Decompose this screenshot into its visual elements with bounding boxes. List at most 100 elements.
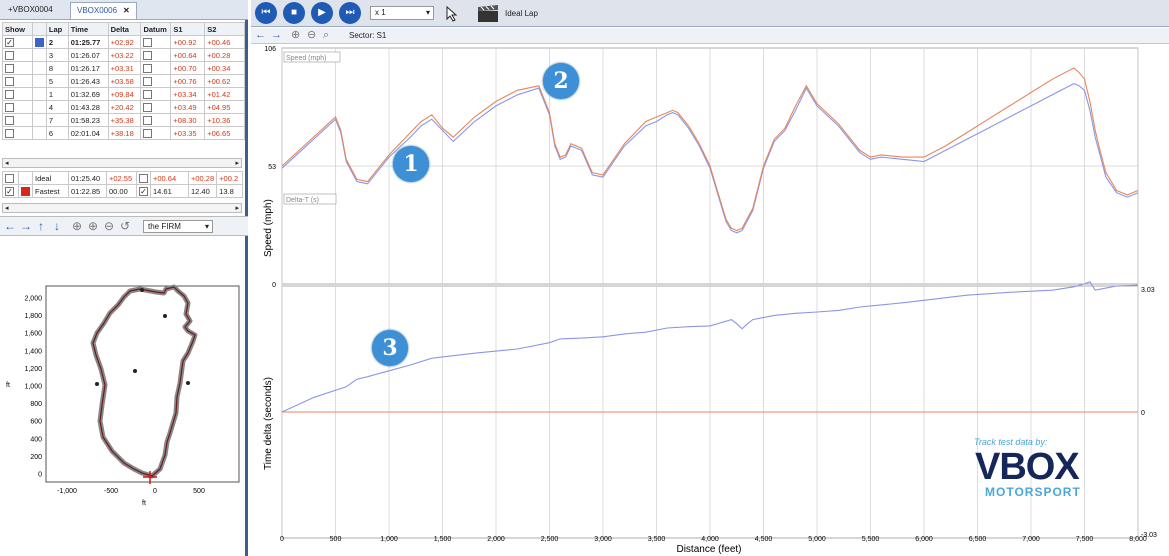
map-y-tick-label: 0 (38, 472, 42, 479)
map-y-tick-label: 1,400 (24, 348, 42, 355)
cursor-tool-icon[interactable] (444, 5, 462, 23)
table-row[interactable]: 4 01:43.28 +20.42 +03.49 +04.95 (2, 100, 245, 114)
table-row[interactable]: 5 01:26.43 +03.58 +00.76 +00.62 (2, 74, 245, 88)
datum-checkbox[interactable] (139, 173, 148, 183)
lap-number: 5 (45, 74, 69, 88)
zoom-in-icon[interactable]: ⊕ (88, 219, 98, 233)
search-icon[interactable]: ⌕ (323, 29, 329, 42)
left-panel: +VBOX0004 VBOX0006 ✕ Show Lap Time Delta … (0, 0, 248, 556)
table-row[interactable]: Ideal 01:25.40 +02.55 +00.64 +00.28 +00.2 (2, 171, 244, 185)
col-datum[interactable]: Datum (140, 22, 172, 36)
track-map-frame (45, 285, 240, 483)
lap-color-swatch[interactable] (21, 186, 30, 196)
lap-color-swatch[interactable] (35, 64, 44, 73)
clapperboard-icon[interactable] (477, 5, 499, 23)
show-checkbox[interactable]: ✓ (5, 37, 14, 47)
lap-color-swatch[interactable] (21, 174, 30, 183)
col-lap[interactable]: Lap (45, 22, 69, 36)
datum-checkbox[interactable] (143, 102, 153, 112)
col-s1[interactable]: S1 (170, 22, 206, 36)
down-arrow-icon[interactable]: ↓ (54, 219, 60, 233)
show-checkbox[interactable] (5, 76, 14, 86)
show-checkbox[interactable] (5, 115, 14, 125)
table-row[interactable]: 1 01:32.69 +09.84 +03.34 +01.42 (2, 87, 245, 101)
datum-checkbox[interactable] (143, 115, 153, 125)
motorsport-logo-text: MOTORSPORT (985, 485, 1081, 499)
table-row[interactable]: ✓ Fastest 01:22.85 00.00 ✓ 14.61 12.40 13.8 (2, 184, 244, 198)
lap-color-swatch[interactable] (35, 77, 44, 86)
track-map[interactable]: 2,000 1,800 1,600 1,400 1,200 1,000 800 600 400 2… (0, 237, 248, 555)
lap-s1: +03.34 (170, 87, 206, 101)
table-row[interactable]: 3 01:26.07 +03.22 +00.64 +00.28 (2, 48, 245, 62)
show-checkbox[interactable] (5, 128, 14, 138)
lap-s1: +03.35 (170, 126, 206, 140)
speed-y-tick-label: 53 (268, 164, 276, 171)
table-row[interactable]: 7 01:58.23 +35.38 +08.30 +10.36 (2, 113, 245, 127)
zoom-region-icon[interactable]: ⊕ (72, 219, 82, 233)
lap-s2: +01.42 (204, 87, 245, 101)
col-show[interactable]: Show (2, 22, 33, 36)
datum-checkbox[interactable] (143, 76, 153, 86)
lap-color-cell (18, 184, 33, 198)
skip-forward-button[interactable]: ⏭ (339, 2, 361, 24)
lap-number: 4 (45, 100, 69, 114)
lap-s2: +00.28 (204, 48, 245, 62)
zoom-out-icon[interactable]: ⊖ (307, 29, 316, 42)
scroll-right-icon[interactable]: ▸ (235, 159, 239, 168)
lap-color-swatch[interactable] (35, 103, 44, 112)
lap-color-swatch[interactable] (35, 116, 44, 125)
back-arrow-icon[interactable]: ← (255, 29, 266, 42)
x-tick-label: 5,000 (808, 536, 826, 543)
reset-icon[interactable]: ↺ (120, 219, 130, 233)
lap-color-swatch[interactable] (35, 90, 44, 99)
lap-table-scrollbar[interactable]: ◂ ▸ (2, 158, 242, 168)
lap-s2: +04.95 (204, 100, 245, 114)
show-checkbox[interactable] (5, 50, 14, 60)
table-row[interactable]: 6 02:01.04 +38.18 +03.35 +06.65 (2, 126, 245, 140)
show-checkbox[interactable] (5, 102, 14, 112)
tab-vbox0004[interactable]: +VBOX0004 (2, 2, 59, 19)
track-select[interactable]: the FIRM ▾ (143, 220, 213, 233)
datum-checkbox[interactable] (143, 128, 153, 138)
col-s2[interactable]: S2 (204, 22, 245, 36)
datum-checkbox[interactable] (143, 50, 153, 60)
play-button[interactable]: ▶ (311, 2, 333, 24)
col-delta[interactable]: Delta (107, 22, 142, 36)
chart-toolbar: ← → ⊕ ⊖ ⌕ Sector: S1 (251, 28, 1169, 44)
tab-vbox0006[interactable]: VBOX0006 ✕ (70, 2, 137, 19)
lap-time: 01:43.28 (67, 100, 109, 114)
scroll-left-icon[interactable]: ◂ (5, 159, 9, 168)
datum-checkbox[interactable] (143, 63, 153, 73)
playback-speed-select[interactable]: x 1 ▾ (370, 6, 434, 20)
show-checkbox[interactable]: ✓ (5, 186, 14, 196)
lap-color-swatch[interactable] (35, 129, 44, 138)
forward-arrow-icon[interactable]: → (20, 219, 32, 233)
lap-color-swatch[interactable] (35, 51, 44, 60)
summary-scrollbar[interactable]: ◂ ▸ (2, 203, 242, 213)
table-row[interactable]: 8 01:26.17 +03.31 +00.70 +00.34 (2, 61, 245, 75)
datum-checkbox[interactable] (143, 89, 153, 99)
delta-y-tick-label: 0 (1141, 410, 1145, 417)
callout-badge-1: 1 (393, 146, 429, 182)
x-tick-label: 8,000 (1129, 536, 1147, 543)
map-y-tick-label: 200 (30, 454, 42, 461)
col-time[interactable]: Time (67, 22, 109, 36)
show-checkbox[interactable] (5, 173, 14, 183)
stop-button[interactable]: ■ (283, 2, 305, 24)
back-arrow-icon[interactable]: ← (4, 219, 16, 233)
zoom-in-icon[interactable]: ⊕ (291, 29, 300, 42)
scroll-right-icon[interactable]: ▸ (235, 204, 239, 213)
lap-color-swatch[interactable] (34, 37, 44, 47)
skip-back-button[interactable]: ⏮ (255, 2, 277, 24)
up-arrow-icon[interactable]: ↑ (38, 219, 44, 233)
show-checkbox[interactable] (5, 63, 14, 73)
zoom-out-icon[interactable]: ⊖ (104, 219, 114, 233)
col-color (31, 22, 47, 36)
datum-checkbox[interactable]: ✓ (139, 186, 148, 196)
datum-checkbox[interactable] (143, 37, 153, 47)
table-row[interactable]: ✓ 2 01:25.77 +02.92 +00.92 +00.46 (2, 35, 245, 49)
show-checkbox[interactable] (5, 89, 14, 99)
close-icon[interactable]: ✕ (123, 6, 130, 15)
forward-arrow-icon[interactable]: → (271, 29, 282, 42)
scroll-left-icon[interactable]: ◂ (5, 204, 9, 213)
